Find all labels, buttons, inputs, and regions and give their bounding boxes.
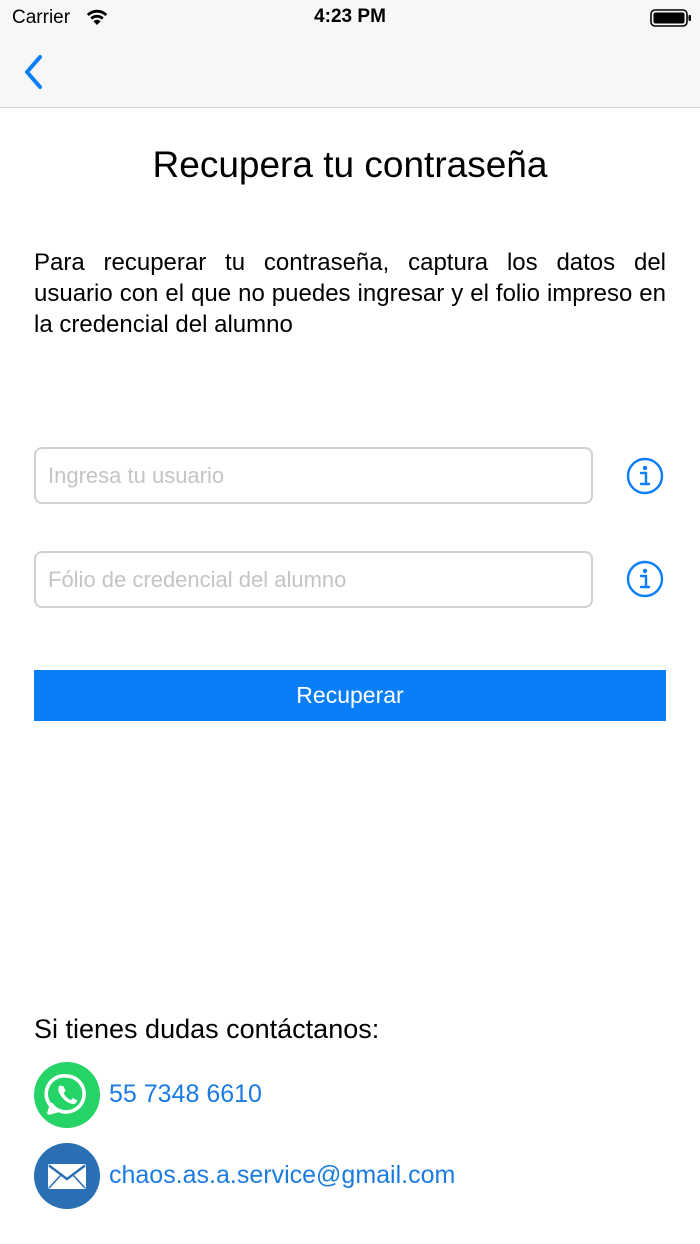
username-info-icon[interactable] xyxy=(625,456,665,496)
mail-icon[interactable] xyxy=(33,1142,101,1210)
chevron-left-icon xyxy=(25,55,42,89)
username-input[interactable] xyxy=(34,447,593,504)
folio-info-icon[interactable] xyxy=(625,559,665,599)
phone-link[interactable]: 55 7348 6610 xyxy=(109,1080,262,1109)
navigation-bar: Carrier 4:23 PM xyxy=(0,0,700,108)
email-link[interactable]: chaos.as.a.service@gmail.com xyxy=(109,1161,455,1190)
contact-heading: Si tienes dudas contáctanos: xyxy=(34,1014,380,1044)
whatsapp-icon[interactable] xyxy=(33,1061,101,1129)
recover-button[interactable]: Recuperar xyxy=(34,670,666,721)
page-title: Recupera tu contraseña xyxy=(152,144,548,185)
folio-input[interactable] xyxy=(34,551,593,608)
status-time: 4:23 PM xyxy=(314,6,386,27)
instructions-text: Para recuperar tu contraseña, captura lo… xyxy=(34,249,666,338)
password-recovery-screen: Carrier 4:23 PM Recupera tu contraseña P… xyxy=(0,0,700,1244)
battery-icon xyxy=(650,9,691,27)
back-button[interactable] xyxy=(14,50,54,94)
